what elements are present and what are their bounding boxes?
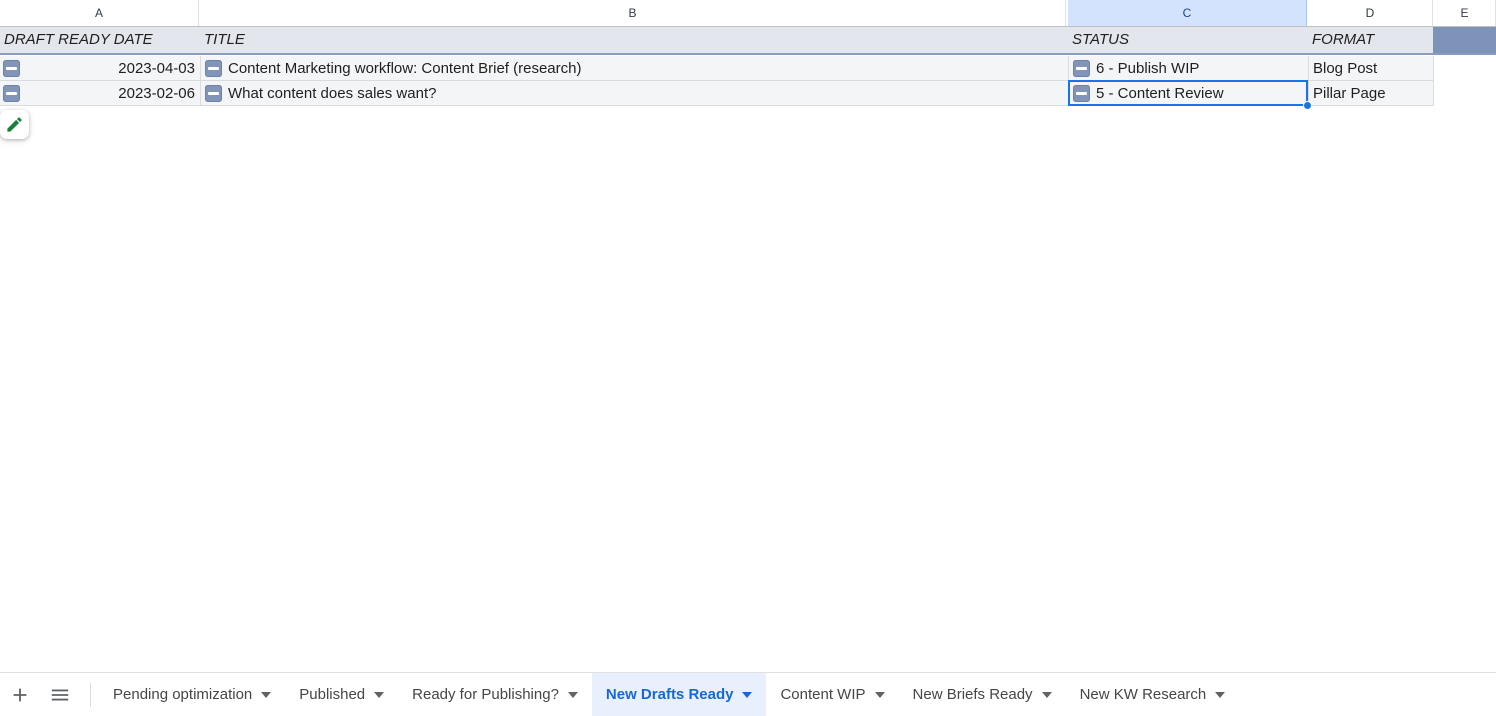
sheet-tab-ready-for-publishing[interactable]: Ready for Publishing?: [398, 673, 592, 716]
sheet-tab-label: Content WIP: [780, 686, 866, 703]
chevron-down-icon[interactable]: [374, 691, 385, 698]
header-band-rule: [0, 53, 1496, 55]
header-cell-format: FORMAT: [1312, 31, 1375, 48]
column-header-d[interactable]: D: [1308, 0, 1433, 26]
cell-title[interactable]: What content does sales want?: [200, 81, 1066, 106]
row-gridline: [0, 105, 1433, 106]
sheet-tab-label: New Briefs Ready: [912, 686, 1033, 703]
sheet-tab-pending-optimization[interactable]: Pending optimization: [99, 673, 285, 716]
sheet-tab-label: Ready for Publishing?: [412, 686, 559, 703]
plus-icon: [13, 688, 27, 701]
cell-status[interactable]: 6 - Publish WIP: [1068, 56, 1307, 81]
sheet-tab-new-drafts-ready[interactable]: New Drafts Ready: [591, 673, 767, 716]
column-header-label: B: [628, 6, 637, 20]
column-header-e[interactable]: E: [1434, 0, 1496, 26]
cell-draft-ready-date[interactable]: 2023-04-03: [0, 56, 199, 81]
cell-draft-ready-date[interactable]: 2023-02-06: [0, 81, 199, 106]
column-header-label: A: [94, 6, 103, 20]
header-cell-title: TITLE: [204, 31, 245, 48]
pencil-icon: [7, 117, 22, 132]
cell-format[interactable]: Pillar Page: [1308, 81, 1433, 106]
sheet-tab-bar[interactable]: Pending optimization Published Ready for P…: [0, 672, 1496, 716]
column-gridline: [1308, 56, 1309, 106]
column-header-b[interactable]: B: [200, 0, 1066, 26]
cell-format[interactable]: Blog Post: [1308, 56, 1433, 81]
column-header-c[interactable]: C: [1068, 0, 1307, 26]
column-header-label: E: [1460, 6, 1469, 20]
sheet-tabs[interactable]: Pending optimization Published Ready for P…: [99, 673, 1496, 716]
sheet-tab-label: New Drafts Ready: [605, 686, 734, 703]
header-cell-draft-ready-date: DRAFT READY DATE: [4, 31, 153, 48]
column-header-row: A B C D E: [0, 0, 1496, 27]
hamburger-icon: [51, 689, 69, 700]
column-header-a[interactable]: A: [0, 0, 199, 26]
column-gridline: [1433, 56, 1434, 106]
sheet-body[interactable]: DRAFT READY DATE TITLE STATUS FORMAT 2023-0…: [0, 27, 1496, 672]
chevron-down-icon[interactable]: [1041, 691, 1052, 698]
frozen-header-row: DRAFT READY DATE TITLE STATUS FORMAT: [0, 27, 1496, 53]
sheet-tab-content-wip[interactable]: Content WIP: [766, 673, 898, 716]
header-band-tail-block: [1433, 27, 1496, 53]
cell-title[interactable]: Content Marketing workflow: Content Brie…: [200, 56, 1066, 81]
sheet-tab-label: Published: [299, 686, 366, 703]
column-gridline: [1068, 56, 1069, 106]
add-sheet-button[interactable]: [0, 675, 40, 715]
toolbar-divider: [90, 682, 91, 707]
sheet-tab-new-briefs-ready[interactable]: New Briefs Ready: [899, 673, 1066, 716]
cell-status[interactable]: 5 - Content Review: [1068, 81, 1307, 106]
column-header-label: D: [1365, 6, 1375, 20]
sheet-tab-label: New KW Research: [1079, 686, 1207, 703]
sheet-tab-label: Pending optimization: [113, 686, 253, 703]
all-sheets-menu-button[interactable]: [40, 675, 80, 715]
header-cell-status: STATUS: [1072, 31, 1129, 48]
chevron-down-icon[interactable]: [261, 691, 272, 698]
spreadsheet-app: A B C D E DRAFT READY DATE TITLE STATUS FORMAT …: [0, 0, 1496, 716]
spreadsheet-grid[interactable]: A B C D E DRAFT READY DATE TITLE STATUS FORMAT …: [0, 0, 1496, 672]
sheet-tab-new-kw-research[interactable]: New KW Research: [1066, 673, 1240, 716]
column-gridline: [200, 56, 201, 106]
chevron-down-icon[interactable]: [1215, 691, 1226, 698]
sheet-tab-published[interactable]: Published: [285, 673, 398, 716]
chevron-down-icon[interactable]: [874, 691, 885, 698]
chevron-down-icon[interactable]: [567, 691, 578, 698]
fill-handle[interactable]: [1303, 101, 1312, 110]
edit-record-button[interactable]: [0, 110, 29, 139]
chevron-down-icon[interactable]: [742, 691, 753, 698]
column-header-label: C: [1182, 6, 1192, 20]
